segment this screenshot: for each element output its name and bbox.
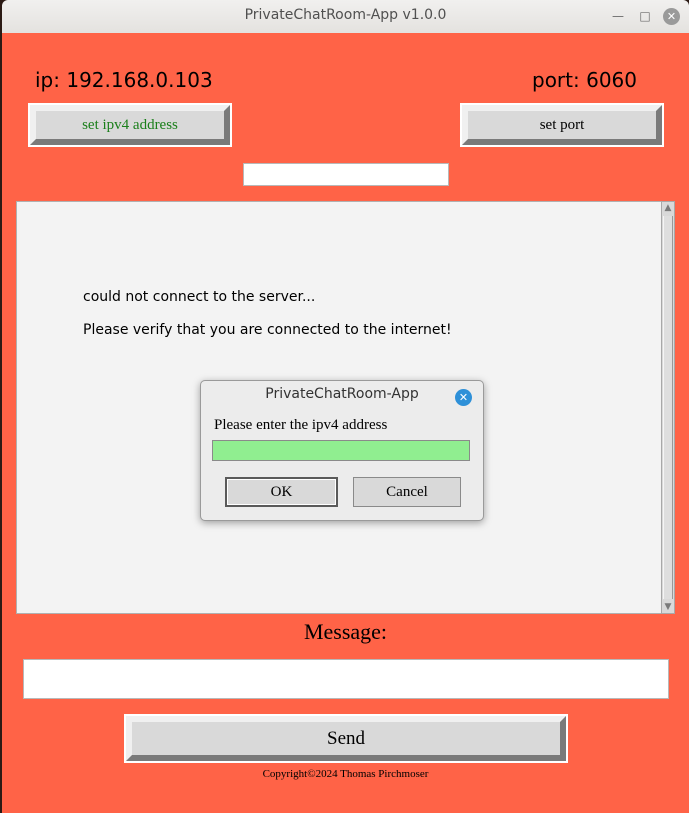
dialog-prompt: Please enter the ipv4 address bbox=[214, 417, 388, 433]
message-label: Message: bbox=[303, 619, 388, 644]
set-port-button[interactable]: set port bbox=[462, 105, 662, 145]
send-button-frame: Send bbox=[124, 714, 568, 763]
send-button[interactable]: Send bbox=[126, 716, 566, 761]
ip-label: ip: 192.168.0.103 bbox=[35, 68, 213, 92]
scroll-down-icon[interactable]: ▼ bbox=[662, 601, 674, 613]
set-port-button-frame: set port bbox=[460, 103, 664, 147]
cancel-button[interactable]: Cancel bbox=[353, 477, 461, 507]
port-label: port: 6060 bbox=[532, 68, 637, 92]
close-icon[interactable]: ✕ bbox=[663, 8, 680, 25]
scroll-thumb[interactable] bbox=[663, 216, 673, 599]
chat-line: could not connect to the server... bbox=[83, 289, 316, 305]
window-title: PrivateChatRoom-App v1.0.0 bbox=[244, 7, 447, 23]
ipv4-dialog: PrivateChatRoom-App ✕ Please enter the i… bbox=[200, 380, 484, 521]
set-ip-button-frame: set ipv4 address bbox=[28, 103, 232, 147]
minimize-icon[interactable]: — bbox=[610, 8, 626, 24]
scroll-up-icon[interactable]: ▲ bbox=[662, 202, 674, 214]
copyright-text: Copyright©2024 Thomas Pirchmoser bbox=[262, 768, 429, 780]
ok-button[interactable]: OK bbox=[225, 477, 338, 507]
chat-scrollbar[interactable]: ▲ ▼ bbox=[661, 201, 675, 614]
window-titlebar: PrivateChatRoom-App v1.0.0 — □ ✕ bbox=[2, 0, 689, 34]
set-ip-button[interactable]: set ipv4 address bbox=[30, 105, 230, 145]
ipv4-input[interactable] bbox=[212, 440, 470, 461]
dialog-title: PrivateChatRoom-App bbox=[265, 386, 419, 402]
message-input[interactable] bbox=[23, 659, 669, 699]
maximize-icon[interactable]: □ bbox=[637, 8, 653, 24]
config-value-input[interactable] bbox=[243, 163, 449, 186]
chat-line: Please verify that you are connected to … bbox=[83, 322, 452, 338]
dialog-close-icon[interactable]: ✕ bbox=[455, 389, 472, 406]
